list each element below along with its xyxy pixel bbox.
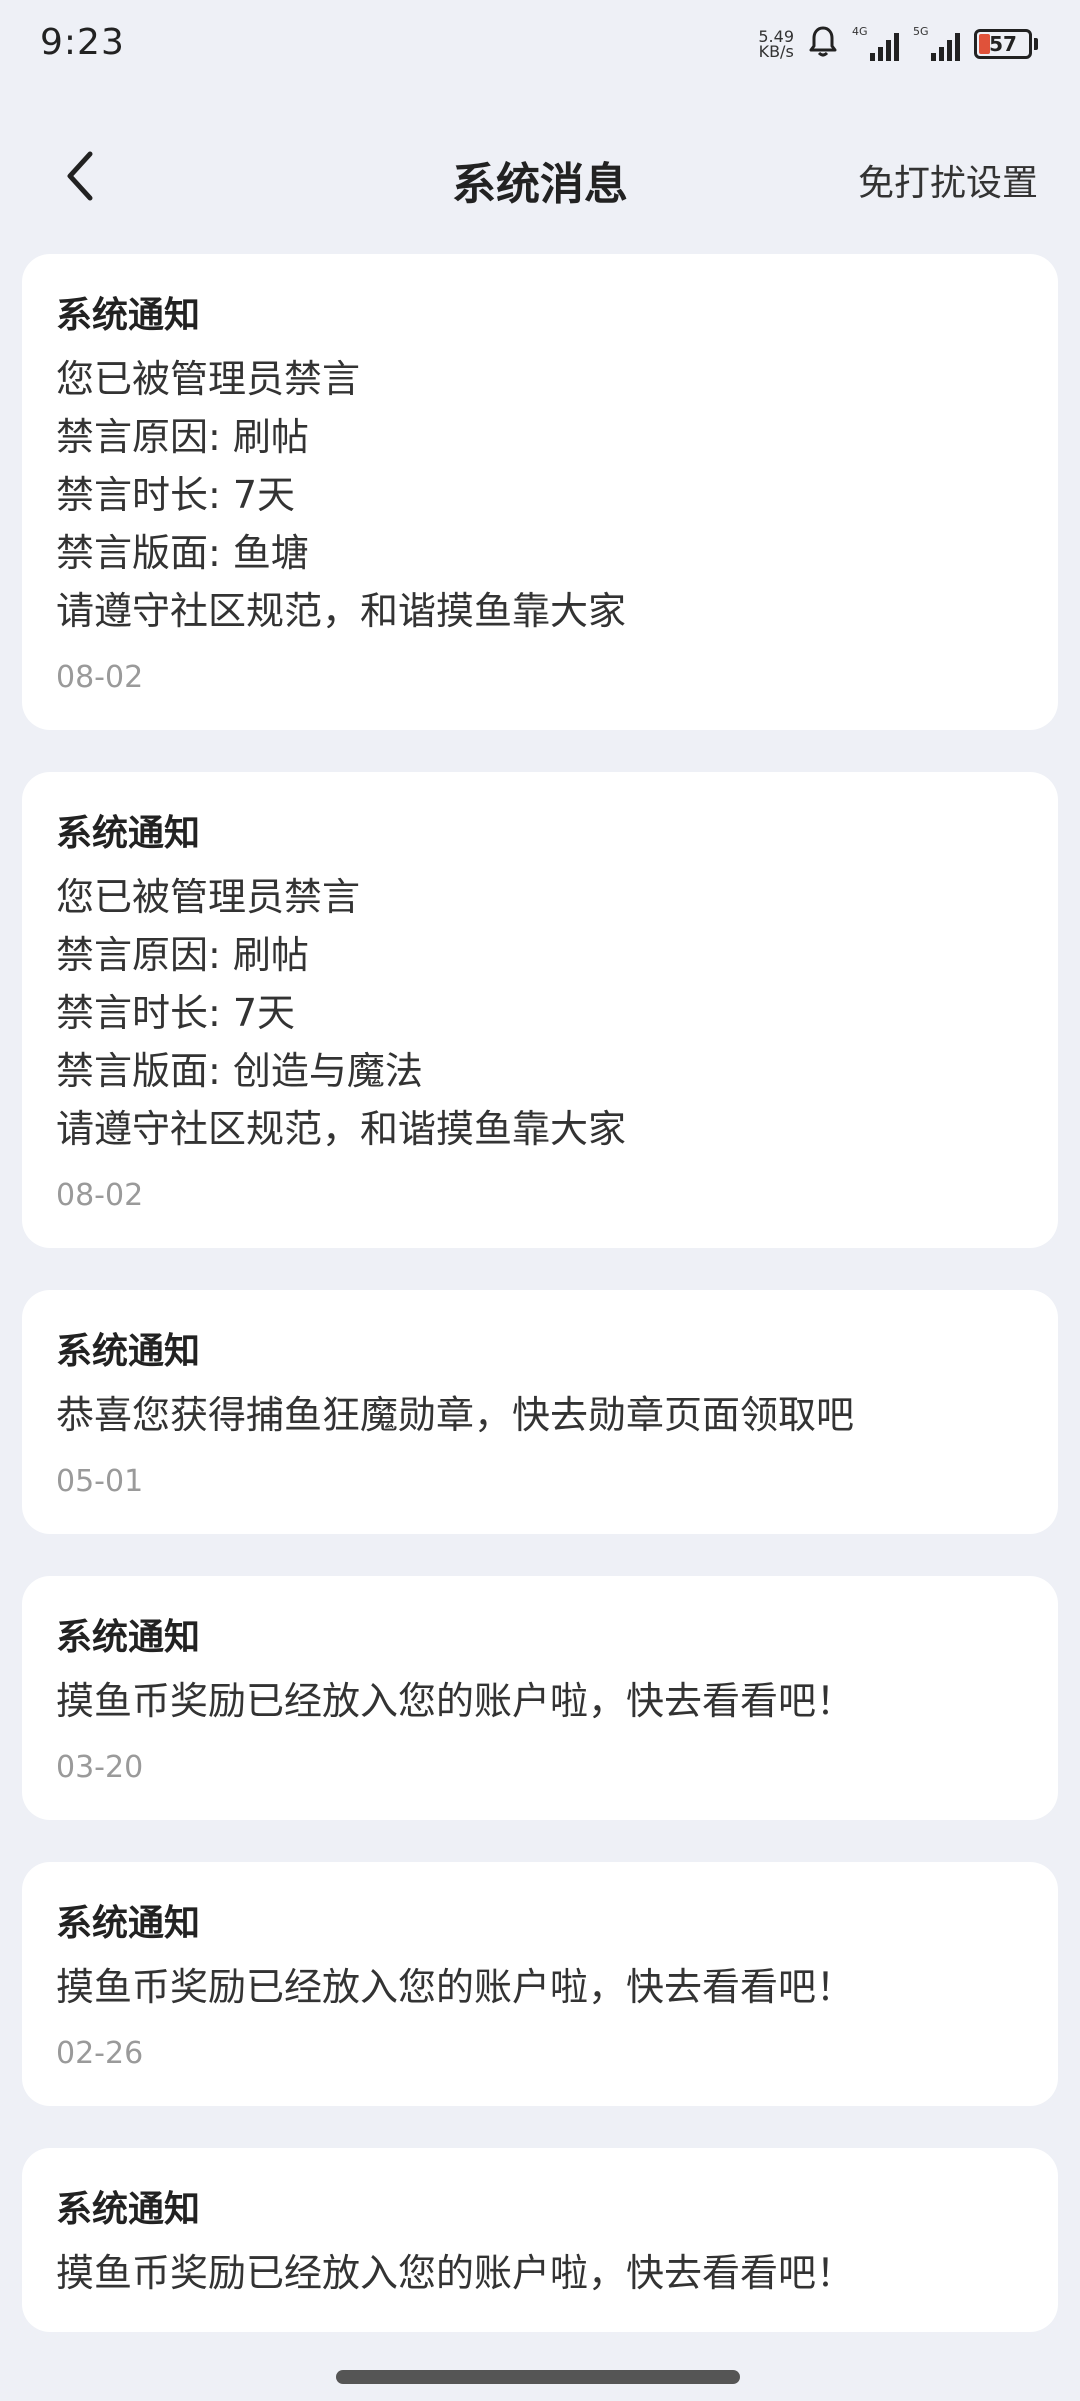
message-title: 系统通知	[56, 2189, 201, 2230]
header: 系统消息 免打扰设置	[0, 120, 1080, 230]
message-date: 05-01	[56, 1464, 144, 1499]
network-speed: 5.49 KB/s	[758, 29, 794, 61]
message-line: 禁言原因: 刷帖	[56, 415, 309, 459]
message-line: 摸鱼币奖励已经放入您的账户啦，快去看看吧！	[56, 1679, 855, 1723]
battery-level: 57	[989, 32, 1017, 56]
message-date: 08-02	[56, 1178, 144, 1213]
bell-icon	[808, 25, 838, 63]
message-line: 禁言版面: 鱼塘	[56, 531, 309, 575]
message-line: 请遵守社区规范，和谐摸鱼靠大家	[56, 1107, 627, 1151]
message-line: 您已被管理员禁言	[56, 357, 361, 401]
message-line: 请遵守社区规范，和谐摸鱼靠大家	[56, 589, 627, 633]
message-line: 禁言时长: 7天	[56, 473, 296, 517]
message-date: 02-26	[56, 2036, 144, 2071]
message-card[interactable]: 系统通知摸鱼币奖励已经放入您的账户啦，快去看看吧！	[22, 2148, 1058, 2332]
message-card[interactable]: 系统通知摸鱼币奖励已经放入您的账户啦，快去看看吧！ 02-26	[22, 1862, 1058, 2106]
message-card[interactable]: 系统通知摸鱼币奖励已经放入您的账户啦，快去看看吧！ 03-20	[22, 1576, 1058, 1820]
status-icons: 5.49 KB/s 4G 5G 57	[758, 24, 1038, 64]
signal-5g-label: 5G	[913, 25, 929, 38]
message-line: 禁言时长: 7天	[56, 991, 296, 1035]
message-title: 系统通知	[56, 1617, 201, 1658]
network-speed-unit: KB/s	[758, 42, 794, 61]
message-card[interactable]: 系统通知恭喜您获得捕鱼狂魔勋章，快去勋章页面领取吧 05-01	[22, 1290, 1058, 1534]
message-line: 恭喜您获得捕鱼狂魔勋章，快去勋章页面领取吧	[56, 1393, 855, 1437]
message-line: 禁言版面: 创造与魔法	[56, 1049, 423, 1093]
message-title: 系统通知	[56, 813, 201, 854]
message-line: 禁言原因: 刷帖	[56, 933, 309, 977]
message-line: 您已被管理员禁言	[56, 875, 361, 919]
message-title: 系统通知	[56, 1903, 201, 1944]
message-date: 03-20	[56, 1750, 144, 1785]
message-line: 摸鱼币奖励已经放入您的账户啦，快去看看吧！	[56, 1965, 855, 2009]
do-not-disturb-settings-link[interactable]: 免打扰设置	[858, 154, 1038, 206]
cellular-signal-4g-icon: 4G	[852, 25, 899, 61]
message-line: 摸鱼币奖励已经放入您的账户啦，快去看看吧！	[56, 2251, 855, 2295]
cellular-signal-5g-icon: 5G	[913, 25, 960, 61]
message-list: 系统通知 您已被管理员禁言 禁言原因: 刷帖 禁言时长: 7天 禁言版面: 鱼塘 请遵守社…	[22, 254, 1058, 2374]
message-card[interactable]: 系统通知您已被管理员禁言 禁言原因: 刷帖 禁言时长: 7天 禁言版面: 鱼塘请遵守社…	[22, 254, 1058, 730]
battery-icon: 57	[974, 29, 1038, 59]
status-time: 9:23	[40, 22, 125, 63]
home-indicator[interactable]	[336, 2370, 740, 2384]
message-card[interactable]: 系统通知您已被管理员禁言 禁言原因: 刷帖 禁言时长: 7天禁言版面: 创造与魔法请…	[22, 772, 1058, 1248]
message-title: 系统通知	[56, 295, 201, 336]
status-bar: 9:23 5.49 KB/s 4G 5G 57	[0, 0, 1080, 90]
message-date: 08-02	[56, 660, 144, 695]
message-title: 系统通知	[56, 1331, 201, 1372]
signal-4g-label: 4G	[852, 25, 868, 38]
